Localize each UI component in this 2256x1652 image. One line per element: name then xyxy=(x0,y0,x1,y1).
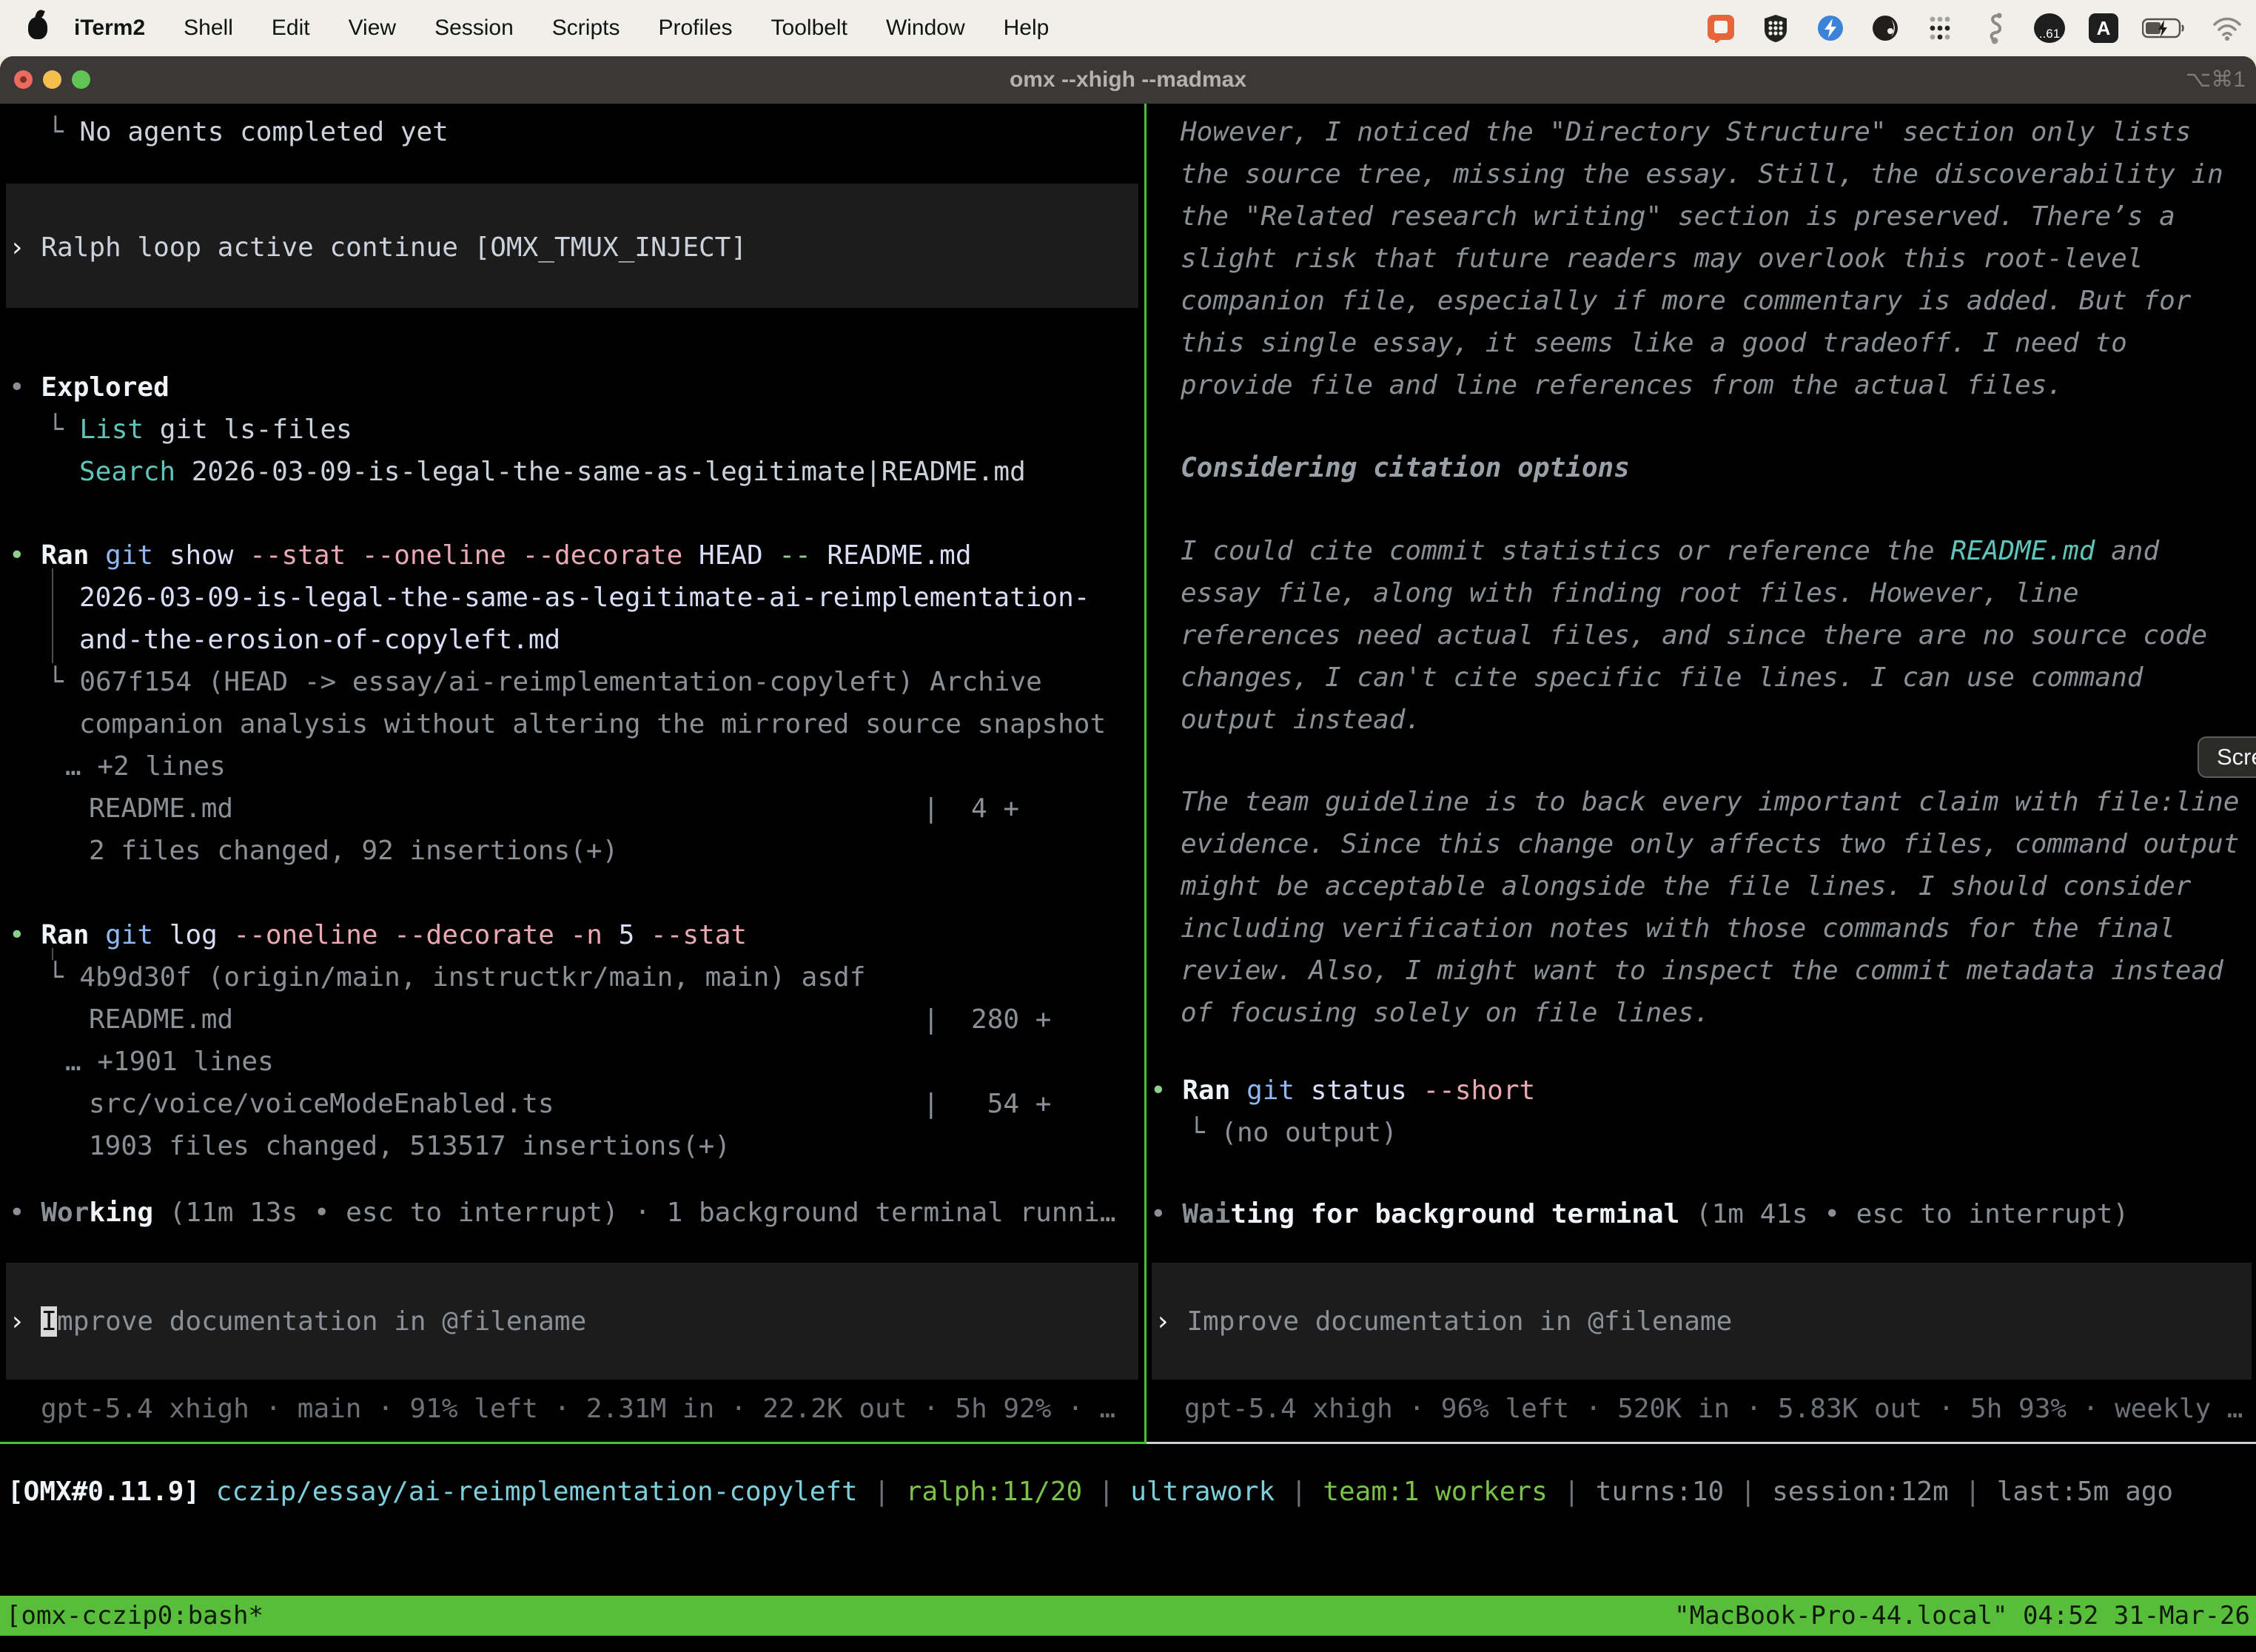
bolt-circle-icon[interactable] xyxy=(1815,13,1846,44)
agents-completed-line: └ No agents completed yet xyxy=(47,111,449,153)
prompt-input-right[interactable]: › Improve documentation in @filename xyxy=(1155,1300,1732,1343)
keypad-shield-icon[interactable] xyxy=(1760,13,1791,44)
reasoning-paragraph-line: I could cite commit statistics or refere… xyxy=(1181,530,2159,572)
explored-list-line: └ List git ls-files xyxy=(47,409,352,451)
git-show-stat-readme: README.md | 4 + xyxy=(89,788,1019,830)
git-show-output-commit: └ 067f154 (HEAD -> essay/ai-reimplementa… xyxy=(47,661,1042,703)
git-show-stat-summary: 2 files changed, 92 insertions(+) xyxy=(89,830,618,872)
ran-git-log-line: • Ran git log --oneline --decorate -n 5 … xyxy=(9,914,747,956)
pane-border-bottom-right[interactable] xyxy=(1147,1442,2256,1444)
count-badge[interactable]: ..61 xyxy=(2034,13,2065,43)
git-status-output: └ (no output) xyxy=(1189,1112,1397,1154)
dots-grid-icon[interactable] xyxy=(1924,13,1955,44)
menu-item-scripts[interactable]: Scripts xyxy=(533,16,639,41)
battery-icon[interactable] xyxy=(2142,13,2188,44)
reasoning-paragraph-line: this single essay, it seems like a good … xyxy=(1181,322,2127,364)
menu-item-toolbelt[interactable]: Toolbelt xyxy=(752,16,867,41)
reasoning-paragraph-line: might be acceptable alongside the file l… xyxy=(1181,865,2191,907)
apple-logo-icon[interactable] xyxy=(28,17,47,39)
menu-item-edit[interactable]: Edit xyxy=(252,16,329,41)
macos-menu-bar: iTerm2 Shell Edit View Session Scripts P… xyxy=(0,0,2256,56)
reasoning-paragraph-line: output instead. xyxy=(1181,699,1421,741)
ran-git-show-line: • Ran git show --stat --oneline --decora… xyxy=(9,534,972,577)
reasoning-paragraph-line: the source tree, missing the essay. Stil… xyxy=(1181,153,2223,195)
chat-app-icon[interactable] xyxy=(1705,13,1736,44)
terminal-content[interactable]: └ No agents completed yet › Ralph loop a… xyxy=(0,104,2256,1652)
reasoning-paragraph-line: slight risk that future readers may over… xyxy=(1181,238,2143,280)
tmux-session-window-label[interactable]: [omx-cczip0:bash* xyxy=(6,1596,263,1636)
omx-status-line: [OMX#0.11.9] cczip/essay/ai-reimplementa… xyxy=(7,1471,2173,1513)
git-log-stat-readme: README.md | 280 + xyxy=(89,998,1051,1041)
reasoning-paragraph-line: the "Related research writing" section i… xyxy=(1181,195,2175,238)
menu-item-window[interactable]: Window xyxy=(867,16,984,41)
wifi-icon[interactable] xyxy=(2212,13,2243,44)
menu-item-app[interactable]: iTerm2 xyxy=(74,16,164,41)
menu-bar-status-icons: ..61 A xyxy=(1705,0,2243,56)
window-title: omx --xhigh --madmax xyxy=(0,56,2256,104)
tmux-host-clock-label: "MacBook-Pro-44.local" 04:52 31-Mar-26 xyxy=(1674,1596,2250,1636)
explored-header-line: • Explored xyxy=(9,366,169,409)
git-show-output-message: companion analysis without altering the … xyxy=(79,703,1106,745)
reasoning-paragraph-line: changes, I can't cite specific file line… xyxy=(1181,657,2143,699)
waiting-status-line: • Waiting for background terminal (1m 41… xyxy=(1150,1193,2129,1235)
crescent-disc-icon[interactable] xyxy=(1870,13,1901,44)
git-log-stat-src: src/voice/voiceModeEnabled.ts | 54 + xyxy=(89,1083,1051,1125)
reasoning-paragraph-line: companion file, especially if more comme… xyxy=(1181,280,2191,322)
git-show-arg-line1: 2026-03-09-is-legal-the-same-as-legitima… xyxy=(79,577,1090,619)
menu-item-view[interactable]: View xyxy=(329,16,415,41)
model-status-right: gpt-5.4 xhigh · 96% left · 520K in · 5.8… xyxy=(1184,1388,2243,1430)
git-show-output-morelines: … +2 lines xyxy=(65,745,226,788)
reasoning-paragraph-line: provide file and line references from th… xyxy=(1181,364,2063,406)
explored-search-line: Search 2026-03-09-is-legal-the-same-as-l… xyxy=(79,451,1026,493)
pane-border-bottom-left[interactable] xyxy=(0,1442,1147,1444)
reasoning-section-heading: Considering citation options xyxy=(1181,447,1630,489)
reasoning-paragraph-line: of focusing solely on file lines. xyxy=(1181,992,1710,1034)
screen-share-pill-button[interactable]: Scre xyxy=(2198,736,2256,778)
reasoning-paragraph-line: including verification notes with those … xyxy=(1181,907,2175,950)
model-status-left: gpt-5.4 xhigh · main · 91% left · 2.31M … xyxy=(41,1388,1115,1430)
reasoning-paragraph-line: review. Also, I might want to inspect th… xyxy=(1181,950,2223,992)
menu-item-shell[interactable]: Shell xyxy=(164,16,252,41)
git-log-output-commit: └ 4b9d30f (origin/main, instructkr/main,… xyxy=(47,956,865,998)
window-title-bar[interactable]: omx --xhigh --madmax ⌥⌘1 xyxy=(0,56,2256,104)
squiggle-icon[interactable] xyxy=(1979,13,2010,44)
inject-banner-line: › Ralph loop active continue [OMX_TMUX_I… xyxy=(9,226,747,269)
ran-git-status-line: • Ran git status --short xyxy=(1150,1070,1535,1112)
reasoning-paragraph-line: The team guideline is to back every impo… xyxy=(1181,781,2239,823)
iterm2-window: omx --xhigh --madmax ⌥⌘1 └ No agents com… xyxy=(0,56,2256,1652)
pane-divider-vertical[interactable] xyxy=(1144,104,1147,1443)
input-source-badge[interactable]: A xyxy=(2089,13,2118,43)
reasoning-paragraph-line: essay file, along with finding root file… xyxy=(1181,572,2079,614)
reasoning-paragraph-line: references need actual files, and since … xyxy=(1181,614,2207,657)
prompt-input-left[interactable]: › Improve documentation in @filename xyxy=(9,1300,586,1343)
git-log-stat-summary: 1903 files changed, 513517 insertions(+) xyxy=(89,1125,731,1167)
reasoning-paragraph-line: evidence. Since this change only affects… xyxy=(1181,823,2239,865)
reasoning-paragraph-line: However, I noticed the "Directory Struct… xyxy=(1181,111,2191,153)
menu-item-help[interactable]: Help xyxy=(984,16,1069,41)
menu-item-session[interactable]: Session xyxy=(415,16,533,41)
git-log-output-morelines: … +1901 lines xyxy=(65,1041,274,1083)
working-status-line: • Working (11m 13s • esc to interrupt) ·… xyxy=(9,1192,1116,1234)
tmux-status-bar: [omx-cczip0:bash* "MacBook-Pro-44.local"… xyxy=(0,1596,2256,1636)
git-show-arg-line2: and-the-erosion-of-copyleft.md xyxy=(79,619,560,661)
menu-item-profiles[interactable]: Profiles xyxy=(639,16,751,41)
tree-connector xyxy=(52,568,53,663)
window-shortcut-badge: ⌥⌘1 xyxy=(2186,56,2246,104)
